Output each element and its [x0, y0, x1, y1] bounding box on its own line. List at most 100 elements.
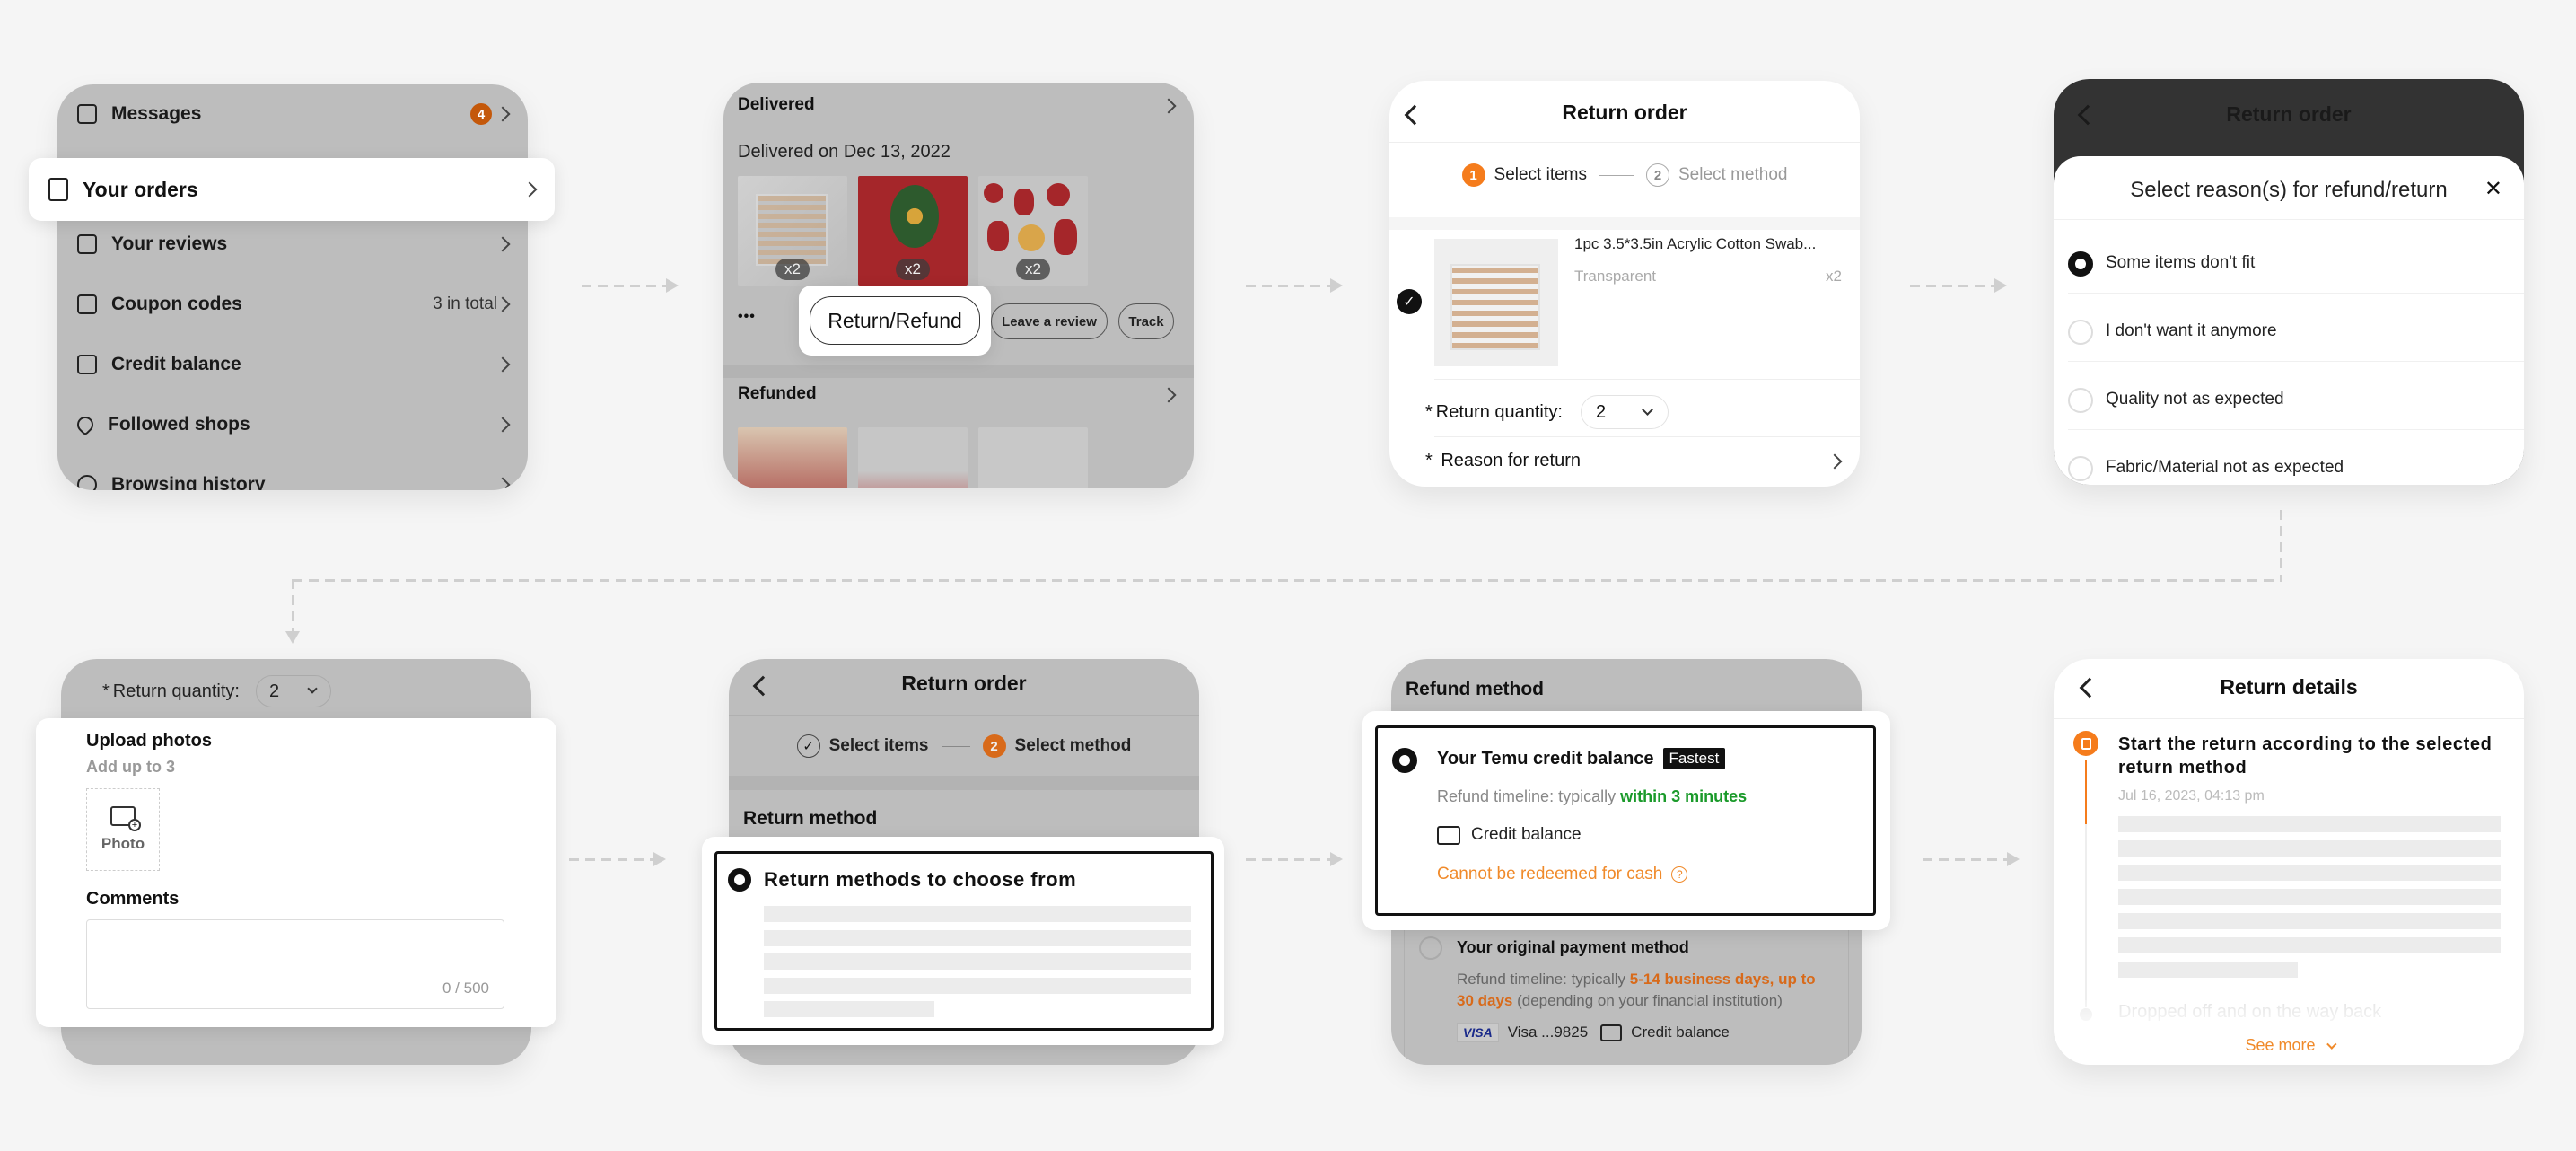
required-mark: * — [1425, 401, 1433, 422]
close-button[interactable]: ✕ — [2484, 176, 2502, 202]
placeholder-line — [2118, 937, 2501, 953]
item-checkbox[interactable]: ✓ — [1397, 289, 1422, 314]
menu-item-orders[interactable]: Your orders — [29, 158, 555, 221]
refund-option-credit[interactable]: Your Temu credit balance Fastest Refund … — [1375, 725, 1876, 916]
step-number-active: 1 — [1461, 163, 1485, 187]
order-icon — [48, 178, 68, 201]
add-image-icon: + — [110, 806, 141, 831]
option-title: Your Temu credit balance — [1437, 748, 1654, 769]
chevron-right-icon — [495, 477, 511, 490]
reason-option[interactable]: Some items don't fit — [2054, 246, 2524, 282]
reason-option[interactable]: I don't want it anymore — [2054, 314, 2524, 350]
reason-option[interactable]: Quality not as expected — [2054, 382, 2524, 418]
product-thumbnail[interactable] — [978, 427, 1088, 488]
divider — [2054, 219, 2524, 220]
quantity-badge: x2 — [896, 259, 930, 280]
placeholder-line — [764, 906, 1191, 922]
radio-selected[interactable] — [1392, 748, 1417, 773]
step-arrow-icon — [1599, 174, 1634, 176]
more-options-button[interactable]: ••• — [738, 309, 756, 325]
quantity-badge: x2 — [775, 259, 810, 280]
menu-item-messages[interactable]: Messages 4 — [57, 84, 528, 144]
radio-unselected[interactable] — [2068, 388, 2093, 413]
fade-overlay — [2054, 1000, 2524, 1036]
return-quantity-select[interactable]: 2 — [256, 675, 331, 707]
product-thumbnail[interactable]: x2 — [858, 176, 968, 286]
option-title: Your original payment method — [1457, 938, 1689, 956]
timeline-prefix: Refund timeline: typically — [1457, 971, 1630, 988]
radio-unselected[interactable] — [2068, 320, 2093, 345]
refund-option-original[interactable]: Your original payment method Refund time… — [1404, 925, 1849, 1065]
page-title: Return order — [1562, 101, 1687, 124]
product-thumbnail[interactable]: x2 — [978, 176, 1088, 286]
visa-label: Visa ...9825 — [1507, 1024, 1589, 1041]
leave-review-button[interactable]: Leave a review — [991, 303, 1108, 339]
heart-icon — [74, 413, 97, 436]
comments-title: Comments — [86, 889, 180, 909]
product-thumbnail[interactable]: x2 — [738, 176, 847, 286]
unread-badge: 4 — [470, 103, 492, 125]
step-label-active: Select items — [1494, 165, 1587, 184]
radio-selected[interactable] — [2068, 251, 2093, 277]
menu-item-reviews[interactable]: Your reviews — [57, 215, 528, 274]
visa-icon: VISA — [1457, 1023, 1499, 1042]
timeline-prefix: Refund timeline: typically — [1437, 787, 1621, 805]
flow-arrow-icon — [1994, 278, 2007, 293]
reason-label: Reason for return — [1441, 451, 1581, 470]
chevron-right-icon — [1161, 387, 1177, 403]
refund-option-credit-highlight: Your Temu credit balance Fastest Refund … — [1362, 711, 1890, 930]
placeholder-line — [2118, 889, 2501, 905]
section-refunded[interactable]: Refunded — [738, 384, 817, 404]
product-thumbnail[interactable] — [738, 427, 847, 488]
add-photo-button[interactable]: + Photo — [86, 788, 160, 871]
chevron-right-icon — [1827, 453, 1843, 470]
chevron-right-icon — [495, 417, 511, 433]
help-icon[interactable]: ? — [1671, 866, 1688, 883]
return-method-option[interactable]: Return methods to choose from — [714, 851, 1214, 1031]
menu-item-label: Your orders — [83, 177, 198, 201]
sheet-title: Select reason(s) for refund/return — [2130, 178, 2448, 202]
divider — [1434, 379, 1860, 380]
flow-arrow-icon — [285, 631, 300, 644]
timeline-suffix: (depending on your financial institution… — [1512, 992, 1783, 1009]
fastest-badge: Fastest — [1662, 748, 1726, 769]
comments-textarea[interactable]: 0 / 500 — [86, 919, 504, 1009]
cash-warning[interactable]: Cannot be redeemed for cash ? — [1437, 865, 1688, 884]
wallet-icon — [1600, 1024, 1623, 1041]
track-button[interactable]: Track — [1118, 303, 1174, 339]
product-variant: Transparent — [1574, 268, 1657, 285]
reason-label: I don't want it anymore — [2106, 321, 2277, 340]
reason-for-return-row[interactable]: * Reason for return — [1425, 451, 1860, 487]
product-thumbnail[interactable] — [858, 427, 968, 488]
return-reason-panel: Return order Select reason(s) for refund… — [2054, 79, 2524, 485]
divider — [2054, 718, 2524, 719]
menu-item-followed[interactable]: Followed shops — [57, 395, 528, 454]
see-more-button[interactable]: See more — [2054, 1036, 2524, 1055]
radio-unselected[interactable] — [1419, 936, 1442, 960]
radio-selected[interactable] — [728, 868, 751, 892]
menu-item-label: Followed shops — [108, 414, 250, 435]
page-title: Return order — [2226, 102, 2352, 126]
menu-item-coupons[interactable]: Coupon codes 3 in total — [57, 275, 528, 334]
chevron-right-icon — [495, 106, 511, 122]
menu-item-credit[interactable]: Credit balance — [57, 335, 528, 394]
payment-methods: VISA Visa ...9825 Credit balance — [1457, 1023, 1730, 1042]
menu-item-history[interactable]: Browsing history — [57, 455, 528, 490]
return-refund-button[interactable]: Return/Refund — [810, 296, 980, 345]
return-quantity-row: * Return quantity: 2 — [1425, 395, 1669, 429]
return-quantity-row: * Return quantity: 2 — [102, 675, 331, 707]
section-divider — [723, 365, 1194, 378]
flow-arrow-icon — [666, 278, 679, 293]
reason-option[interactable]: Fabric/Material not as expected — [2054, 451, 2524, 485]
flow-arrow-icon — [2007, 852, 2020, 866]
radio-unselected[interactable] — [2068, 456, 2093, 481]
section-delivered[interactable]: Delivered — [738, 95, 815, 115]
character-counter: 0 / 500 — [442, 980, 489, 997]
return-quantity-select[interactable]: 2 — [1581, 395, 1669, 429]
menu-item-label: Coupon codes — [111, 294, 242, 314]
divider — [729, 715, 1199, 716]
required-mark: * — [102, 681, 110, 701]
coupon-count: 3 in total — [433, 294, 497, 313]
return-quantity-label: Return quantity: — [1435, 401, 1563, 422]
flow-connector — [1923, 858, 2007, 861]
